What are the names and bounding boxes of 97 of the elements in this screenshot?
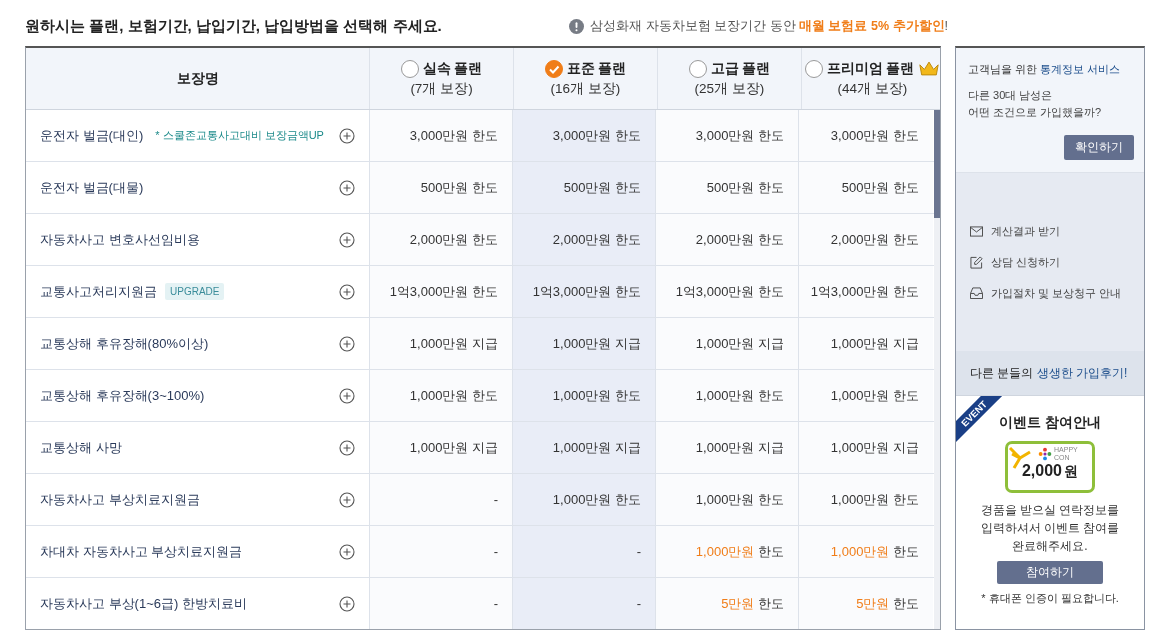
stats-question: 다른 30대 남성은 어떤 조건으로 가입했을까?: [968, 88, 1103, 120]
coverage-amount: 1,000만원 한도: [695, 386, 784, 405]
coverage-amount: 2,000만원 한도: [552, 230, 641, 249]
expand-plus-icon[interactable]: [339, 491, 355, 508]
sidebar-link[interactable]: 계산결과 받기: [991, 223, 1061, 239]
coverage-name: 운전자 벌금(대인): [40, 126, 144, 145]
plan-coverage-count: (16개 보장): [550, 79, 621, 98]
scrollbar-thumb[interactable]: [934, 110, 940, 218]
coverage-note: * 스쿨존교통사고대비 보장금액UP: [155, 128, 324, 143]
confirm-button[interactable]: 확인하기: [1064, 135, 1134, 160]
coverage-amount: 1억3,000만원 한도: [389, 282, 498, 301]
coverage-amount: 1,000만원 지급: [552, 334, 641, 353]
coverage-amount: 500만원 한도: [841, 178, 919, 197]
coverage-amount: 2,000만원 한도: [830, 230, 919, 249]
review-banner[interactable]: 다른 분들의 생생한 가입후기!: [956, 351, 1144, 395]
coverage-amount: 1,000만원 한도: [695, 490, 784, 509]
coverage-amount: 1,000만원 한도: [830, 490, 919, 509]
page-heading: 원하시는 플랜, 보험기간, 납입기간, 납입방법을 선택해 주세요.: [25, 16, 442, 36]
coverage-amount: 1,000만원 지급: [830, 334, 919, 353]
coverage-amount: 1,000만원 한도: [695, 542, 784, 561]
coverage-amount: -: [636, 544, 641, 559]
discount-notice: 삼성화재 자동차보험 보장기간 동안 매월 보험료 5% 추가할인!: [590, 17, 948, 35]
coverage-name: 교통상해 후유장해(3~100%): [40, 386, 205, 405]
coverage-amount: 2,000만원 한도: [695, 230, 784, 249]
plan-name[interactable]: 프리미엄 플랜: [826, 59, 915, 78]
expand-plus-icon[interactable]: [339, 127, 355, 144]
plan-name[interactable]: 표준 플랜: [566, 59, 627, 78]
coverage-amount: 500만원 한도: [563, 178, 641, 197]
plan-coverage-count: (44개 보장): [837, 79, 908, 98]
plan-name[interactable]: 실속 플랜: [422, 59, 483, 78]
plan-radio[interactable]: [804, 59, 823, 78]
coverage-amount: 1,000만원 지급: [830, 438, 919, 457]
column-header: 보장명: [176, 69, 219, 88]
coverage-amount: 3,000만원 한도: [552, 126, 641, 145]
coverage-amount: 5만원 한도: [721, 594, 784, 613]
stats-title: 고객님을 위한 통계정보 서비스: [968, 62, 1122, 77]
coverage-amount: 3,000만원 한도: [695, 126, 784, 145]
event-title: 이벤트 참여안내: [999, 414, 1101, 432]
coverage-amount: 1,000만원 한도: [830, 542, 919, 561]
coverage-amount: 1,000만원 한도: [830, 386, 919, 405]
sidebar-link[interactable]: 가입절차 및 보상청구 안내: [991, 285, 1122, 301]
coverage-name: 교통상해 후유장해(80%이상): [40, 334, 209, 353]
event-message: 경품을 받으실 연락정보를 입력하셔서 이벤트 참여를 완료해주세요.: [980, 502, 1120, 555]
coverage-name: 차대차 자동차사고 부상치료지원금: [40, 542, 243, 561]
coverage-name: 운전자 벌금(대물): [40, 178, 144, 197]
inbox-icon: [970, 287, 983, 299]
edit-icon: [970, 255, 983, 269]
exclamation-icon: [569, 18, 585, 34]
event-footnote: * 휴대폰 인증이 필요합니다.: [981, 591, 1119, 606]
coverage-amount: 1,000만원 한도: [552, 386, 641, 405]
plan-coverage-count: (7개 보장): [410, 79, 473, 98]
coverage-amount: 1,000만원 한도: [552, 490, 641, 509]
coverage-amount: -: [493, 596, 498, 611]
coverage-amount: -: [493, 544, 498, 559]
coverage-amount: 1,000만원 지급: [695, 334, 784, 353]
sidebar-link[interactable]: 상담 신청하기: [991, 254, 1061, 270]
expand-plus-icon[interactable]: [339, 283, 355, 300]
coverage-name: 자동차사고 변호사선임비용: [40, 230, 200, 249]
plan-radio[interactable]: [400, 59, 419, 78]
coverage-name: 자동차사고 부상치료지원금: [40, 490, 200, 509]
coverage-amount: 1,000만원 지급: [409, 334, 498, 353]
coverage-amount: 1,000만원 지급: [552, 438, 641, 457]
expand-plus-icon[interactable]: [339, 335, 355, 352]
coverage-amount: 1억3,000만원 한도: [675, 282, 784, 301]
coverage-amount: 3,000만원 한도: [409, 126, 498, 145]
plan-coverage-count: (25개 보장): [694, 79, 765, 98]
coverage-amount: 1억3,000만원 한도: [532, 282, 641, 301]
expand-plus-icon[interactable]: [339, 439, 355, 456]
coverage-amount: -: [636, 596, 641, 611]
gift-amount: 2,000 원: [1021, 462, 1078, 481]
expand-plus-icon[interactable]: [339, 387, 355, 404]
join-button[interactable]: 참여하기: [997, 561, 1103, 584]
coverage-amount: 500만원 한도: [420, 178, 498, 197]
plan-radio[interactable]: [544, 59, 563, 78]
coverage-amount: 1,000만원 지급: [695, 438, 784, 457]
expand-plus-icon[interactable]: [339, 595, 355, 612]
coverage-name: 교통상해 사망: [40, 438, 122, 457]
expand-plus-icon[interactable]: [339, 543, 355, 560]
crown-icon: [918, 60, 941, 77]
coverage-amount: -: [493, 492, 498, 507]
coverage-amount: 2,000만원 한도: [409, 230, 498, 249]
coverage-amount: 1,000만원 지급: [409, 438, 498, 457]
expand-plus-icon[interactable]: [339, 179, 355, 196]
coverage-amount: 5만원 한도: [856, 594, 919, 613]
coverage-amount: 1,000만원 한도: [409, 386, 498, 405]
coverage-amount: 3,000만원 한도: [830, 126, 919, 145]
coverage-amount: 500만원 한도: [706, 178, 784, 197]
coverage-amount: 1억3,000만원 한도: [810, 282, 919, 301]
plan-name[interactable]: 고급 플랜: [710, 59, 771, 78]
coverage-name: 자동차사고 부상(1~6급) 한방치료비: [40, 594, 247, 613]
coverage-name: 교통사고처리지원금: [40, 282, 157, 301]
mail-icon: [970, 225, 983, 237]
plan-radio[interactable]: [688, 59, 707, 78]
upgrade-tag: UPGRADE: [165, 283, 225, 300]
expand-plus-icon[interactable]: [339, 231, 355, 248]
scrollbar-track[interactable]: [934, 110, 940, 629]
flower-logo-icon: [1038, 447, 1052, 461]
